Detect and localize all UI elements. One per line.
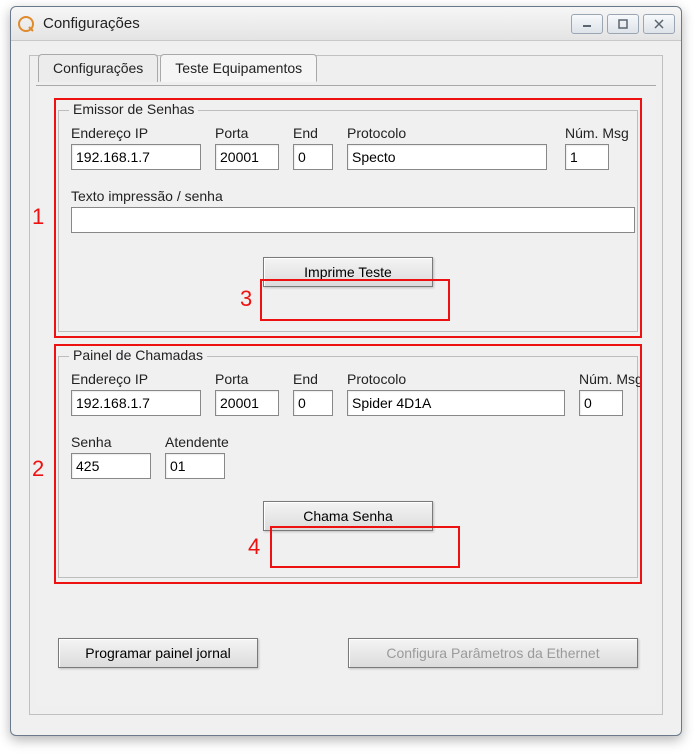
painel-porta-label: Porta xyxy=(215,371,279,387)
emissor-end-label: End xyxy=(293,125,333,141)
group-painel-legend: Painel de Chamadas xyxy=(69,347,207,363)
painel-ip-label: Endereço IP xyxy=(71,371,201,387)
tab-body: Emissor de Senhas Endereço IP Porta End xyxy=(36,85,656,706)
client-area: Configurações Teste Equipamentos Emissor… xyxy=(29,55,663,715)
maximize-button[interactable] xyxy=(607,14,639,34)
app-icon xyxy=(17,15,35,33)
painel-proto-select[interactable]: Spider 4D1A xyxy=(347,390,565,416)
emissor-proto-select[interactable]: Specto xyxy=(347,144,547,170)
painel-atend-label: Atendente xyxy=(165,434,245,450)
painel-atend-input[interactable] xyxy=(165,453,225,479)
imprime-teste-button[interactable]: Imprime Teste xyxy=(263,257,433,287)
tab-strip: Configurações Teste Equipamentos xyxy=(38,54,319,82)
close-button[interactable] xyxy=(643,14,675,34)
painel-proto-label: Protocolo xyxy=(347,371,565,387)
painel-ip-input[interactable] xyxy=(71,390,201,416)
chama-senha-button[interactable]: Chama Senha xyxy=(263,501,433,531)
titlebar: Configurações xyxy=(11,7,681,41)
window-controls xyxy=(567,14,675,34)
group-emissor-legend: Emissor de Senhas xyxy=(69,101,198,117)
emissor-nmsg-label: Núm. Msg xyxy=(565,125,625,141)
window-title: Configurações xyxy=(43,15,140,32)
window: Configurações Configurações Teste Equipa… xyxy=(10,6,682,736)
annotation-number-2: 2 xyxy=(32,456,44,482)
painel-nmsg-label: Núm. Msg xyxy=(579,371,639,387)
painel-end-input[interactable] xyxy=(293,390,333,416)
emissor-nmsg-input[interactable] xyxy=(565,144,609,170)
emissor-porta-input[interactable] xyxy=(215,144,279,170)
painel-senha-label: Senha xyxy=(71,434,151,450)
configura-ethernet-button[interactable]: Configura Parâmetros da Ethernet xyxy=(348,638,638,668)
annotation-number-1: 1 xyxy=(32,204,44,230)
group-painel: Painel de Chamadas Endereço IP Porta End xyxy=(58,356,638,578)
painel-end-label: End xyxy=(293,371,333,387)
group-emissor: Emissor de Senhas Endereço IP Porta End xyxy=(58,110,638,332)
painel-senha-input[interactable] xyxy=(71,453,151,479)
painel-nmsg-input[interactable] xyxy=(579,390,623,416)
emissor-texto-input[interactable] xyxy=(71,207,635,233)
emissor-texto-label: Texto impressão / senha xyxy=(71,188,625,204)
tab-configuracoes[interactable]: Configurações xyxy=(38,54,158,82)
painel-porta-input[interactable] xyxy=(215,390,279,416)
programar-painel-button[interactable]: Programar painel jornal xyxy=(58,638,258,668)
emissor-end-input[interactable] xyxy=(293,144,333,170)
emissor-ip-label: Endereço IP xyxy=(71,125,201,141)
emissor-porta-label: Porta xyxy=(215,125,279,141)
tab-teste-equipamentos[interactable]: Teste Equipamentos xyxy=(160,54,317,82)
minimize-button[interactable] xyxy=(571,14,603,34)
emissor-ip-input[interactable] xyxy=(71,144,201,170)
emissor-proto-label: Protocolo xyxy=(347,125,547,141)
